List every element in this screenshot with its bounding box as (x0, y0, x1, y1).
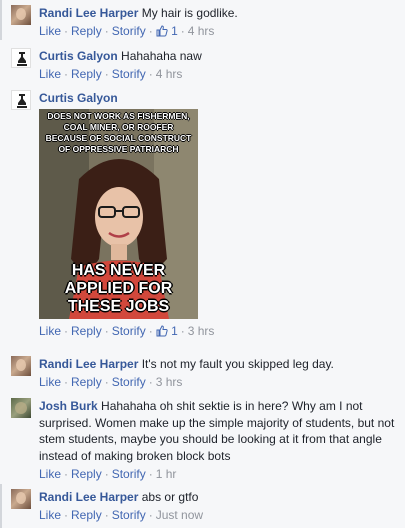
comment-author[interactable]: Randi Lee Harper (39, 357, 138, 371)
thread-line (0, 0, 2, 40)
like-link[interactable]: Like (39, 24, 61, 38)
like-link[interactable]: Like (39, 67, 61, 81)
comment-timestamp[interactable]: 3 hrs (188, 324, 215, 338)
comment-author[interactable]: Josh Burk (39, 399, 98, 413)
storify-link[interactable]: Storify (112, 324, 146, 338)
comment-author[interactable]: Curtis Galyon (39, 91, 118, 105)
comment-author[interactable]: Curtis Galyon (39, 49, 118, 63)
comment-text: abs or gtfo (141, 490, 199, 504)
comment-text: Hahahaha naw (121, 49, 202, 63)
like-link[interactable]: Like (39, 508, 61, 522)
comment-actions: Like · Reply · Storify · 3 hrs (39, 375, 183, 389)
comment-actions: Like · Reply · Storify · 1 · 3 hrs (39, 324, 215, 338)
comment-actions: Like · Reply · Storify · 1 · 4 hrs (39, 24, 215, 38)
like-link[interactable]: Like (39, 324, 61, 338)
meme-top-caption: Does not work as fishermen, coal miner, … (45, 111, 192, 154)
rook-icon (17, 94, 27, 108)
storify-link[interactable]: Storify (112, 67, 146, 81)
like-link[interactable]: Like (39, 375, 61, 389)
comment-timestamp[interactable]: 4 hrs (188, 24, 215, 38)
comment-text: My hair is godlike. (141, 6, 238, 20)
reply-link[interactable]: Reply (71, 24, 102, 38)
reply-link[interactable]: Reply (71, 324, 102, 338)
like-count-value: 1 (171, 24, 178, 38)
comment-author[interactable]: Randi Lee Harper (39, 490, 138, 504)
thread-line (0, 484, 2, 528)
avatar[interactable] (11, 5, 31, 25)
like-count[interactable]: 1 (156, 324, 178, 338)
storify-link[interactable]: Storify (112, 508, 146, 522)
storify-link[interactable]: Storify (112, 375, 146, 389)
rook-icon (17, 52, 27, 66)
avatar[interactable] (11, 48, 31, 68)
like-link[interactable]: Like (39, 467, 61, 481)
comment-timestamp[interactable]: 1 hr (156, 467, 177, 481)
meme-image[interactable]: Does not work as fishermen, coal miner, … (39, 109, 198, 319)
comment-author[interactable]: Randi Lee Harper (39, 6, 138, 20)
comment-timestamp[interactable]: 3 hrs (156, 375, 183, 389)
avatar[interactable] (11, 356, 31, 376)
avatar[interactable] (11, 90, 31, 110)
comment-actions: Like · Reply · Storify · 1 hr (39, 467, 177, 481)
storify-link[interactable]: Storify (112, 467, 146, 481)
storify-link[interactable]: Storify (112, 24, 146, 38)
thumbs-up-icon (156, 325, 168, 337)
comment-actions: Like · Reply · Storify · 4 hrs (39, 67, 183, 81)
avatar[interactable] (11, 489, 31, 509)
like-count-value: 1 (171, 324, 178, 338)
avatar[interactable] (11, 398, 31, 418)
thumbs-up-icon (156, 25, 168, 37)
reply-link[interactable]: Reply (71, 508, 102, 522)
reply-link[interactable]: Reply (71, 375, 102, 389)
like-count[interactable]: 1 (156, 24, 178, 38)
comment-timestamp[interactable]: Just now (156, 508, 203, 522)
comment-actions: Like · Reply · Storify · Just now (39, 508, 204, 522)
reply-link[interactable]: Reply (71, 67, 102, 81)
comment-text: It's not my fault you skipped leg day. (141, 357, 334, 371)
meme-bottom-caption: Has never applied for these jobs (64, 262, 173, 315)
reply-link[interactable]: Reply (71, 467, 102, 481)
comment-timestamp[interactable]: 4 hrs (156, 67, 183, 81)
